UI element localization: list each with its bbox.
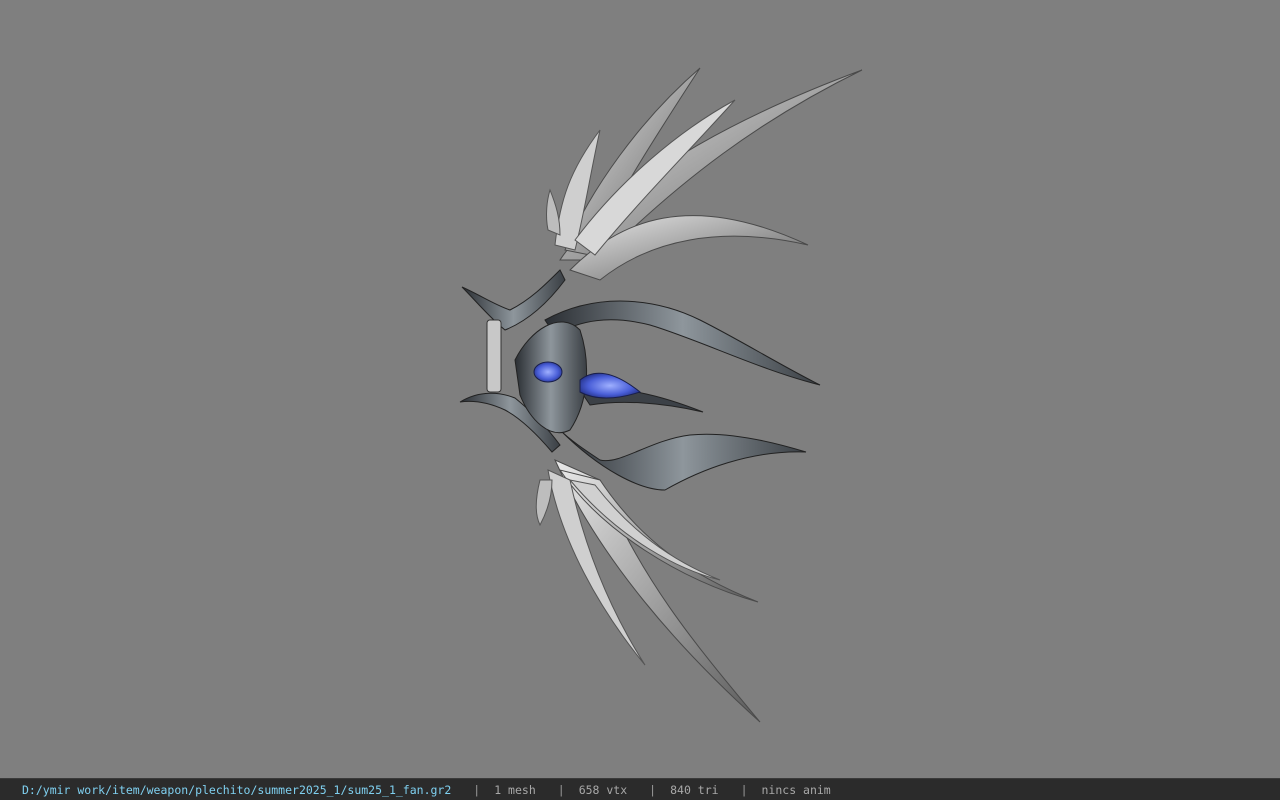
file-path-label: D:/ymir work/item/weapon/plechito/summer… xyxy=(22,782,452,797)
triangle-count-label: 840 tri xyxy=(670,782,719,797)
3d-viewport[interactable] xyxy=(0,0,1280,778)
animation-status-label: nincs anim xyxy=(761,782,831,797)
status-separator: | xyxy=(649,782,657,797)
status-separator: | xyxy=(740,782,748,797)
status-separator: | xyxy=(473,782,481,797)
middle-blades xyxy=(544,300,821,491)
fan-weapon-model xyxy=(459,67,863,723)
mesh-count-label: 1 mesh xyxy=(494,782,536,797)
fan-frame xyxy=(459,269,587,453)
lower-feathers xyxy=(535,459,761,723)
status-bar: D:/ymir work/item/weapon/plechito/summer… xyxy=(0,778,1280,800)
status-separator: | xyxy=(557,782,565,797)
upper-feathers xyxy=(546,67,863,281)
vertex-count-label: 658 vtx xyxy=(578,782,628,797)
